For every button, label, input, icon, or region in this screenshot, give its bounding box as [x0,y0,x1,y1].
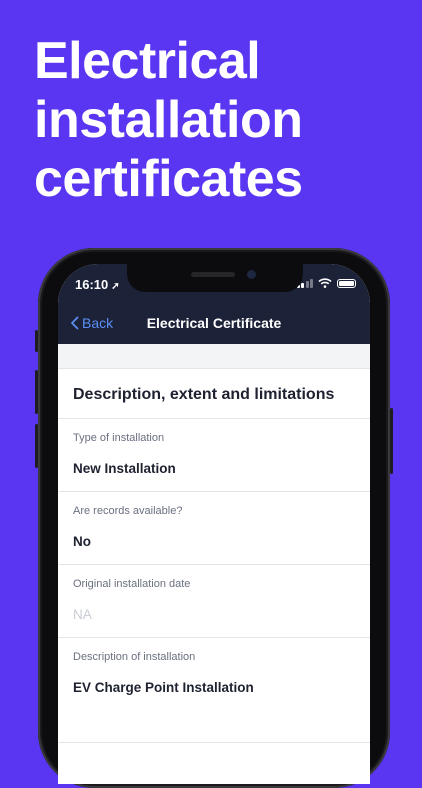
divider [58,564,370,565]
page-title: Electrical Certificate [146,315,282,331]
volume-up-button [35,370,38,414]
field-label: Original installation date [73,578,191,590]
headline-line-3: certificates [34,150,303,208]
front-camera [247,270,256,279]
power-button [390,408,393,474]
battery-icon [337,279,356,288]
phone-frame: 16:10 ➚ Back Electrical Certificate Desc… [35,248,393,788]
headline-line-2: installation [34,91,303,149]
field-label: Description of installation [73,651,196,663]
speaker-grille [191,272,235,277]
section-title: Description, extent and limitations [73,386,335,403]
wifi-icon [318,278,332,288]
mute-switch [35,330,38,352]
section-spacer [58,344,370,369]
phone-screen: 16:10 ➚ Back Electrical Certificate Desc… [58,264,370,784]
divider [58,418,370,419]
volume-down-button [35,424,38,468]
location-arrow-icon: ➚ [111,281,120,292]
field-label: Type of installation [73,432,165,444]
divider [58,742,370,743]
divider [58,637,370,638]
headline: Electrical installation certificates [34,32,414,209]
app-header: 16:10 ➚ Back Electrical Certificate [58,264,370,344]
field-value: New Installation [73,461,176,476]
status-bar-time: 16:10 ➚ [75,277,120,292]
field-label: Are records available? [73,505,183,517]
phone-notch [127,264,303,292]
field-value: EV Charge Point Installation [73,680,254,695]
headline-line-1: Electrical [34,32,261,90]
divider [58,491,370,492]
field-value: No [73,534,91,549]
field-placeholder: NA [73,607,92,622]
status-bar-icons [296,277,356,288]
